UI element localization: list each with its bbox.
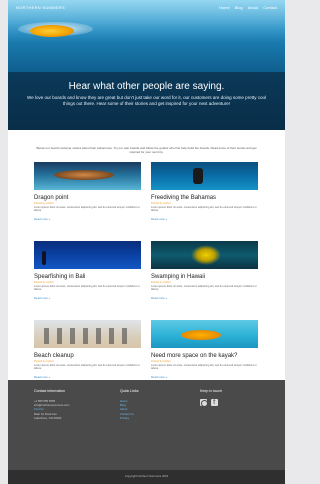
story-title[interactable]: Dragon point — [34, 195, 141, 201]
story-excerpt: Lorem ipsum dolor sit amet, consectetur … — [151, 364, 257, 371]
story-title[interactable]: Beach cleanup — [34, 353, 141, 359]
story-title[interactable]: Spearfishing in Bali — [34, 274, 141, 280]
story-card-freediving[interactable]: Freediving the Bahamas Posted by Author … — [151, 162, 258, 229]
footer-link-privacy[interactable]: Privacy — [120, 416, 200, 420]
read-more-link[interactable]: Read more » — [34, 296, 141, 300]
read-more-link[interactable]: Read more » — [151, 217, 258, 221]
story-meta: Posted by Author — [34, 281, 54, 284]
story-card-spearfishing[interactable]: Spearfishing in Bali Posted by Author Lo… — [34, 241, 141, 308]
read-more-link[interactable]: Read more » — [34, 217, 141, 221]
story-meta: Posted by Author — [151, 202, 171, 205]
hero-kayak-image — [30, 25, 74, 37]
story-image[interactable] — [151, 320, 258, 348]
story-image[interactable] — [151, 241, 258, 269]
story-title[interactable]: Need more space on the kayak? — [151, 353, 258, 359]
nav-contact[interactable]: Contact — [263, 5, 277, 10]
top-navigation: NORTHERN SUMMERS Home Blog About Contact — [8, 0, 285, 14]
rss-icon[interactable] — [200, 399, 208, 407]
site-footer: Contact information +1 555 555 5555 info… — [8, 380, 285, 470]
hero-banner: NORTHERN SUMMERS Home Blog About Contact… — [8, 0, 285, 130]
read-more-link[interactable]: Read more » — [34, 375, 141, 379]
footer-address-line-2: Lakeshore, ON 00000 — [34, 415, 62, 420]
story-meta: Posted by Author — [151, 360, 171, 363]
read-more-link[interactable]: Read more » — [151, 375, 258, 379]
story-excerpt: Lorem ipsum dolor sit amet, consectetur … — [151, 285, 257, 292]
brand-logo[interactable]: NORTHERN SUMMERS — [16, 5, 65, 10]
social-icons — [200, 398, 266, 407]
footer-quick-links: Quick Links Home Blog About Contact Us P… — [120, 389, 200, 420]
hero-text: Hear what other people are saying. We lo… — [8, 81, 285, 107]
footer-columns: Contact information +1 555 555 5555 info… — [34, 389, 266, 420]
read-more-link[interactable]: Read more » — [151, 296, 258, 300]
story-excerpt: Lorem ipsum dolor sit amet, consectetur … — [151, 206, 257, 213]
footer-contact-heading: Contact information — [34, 389, 66, 393]
footer-social: Keep in touch — [200, 389, 266, 420]
story-image[interactable] — [34, 241, 141, 269]
copyright-text: Copyright Northern Summers 2016 — [124, 474, 169, 478]
story-title[interactable]: Swamping in Hawaii — [151, 274, 258, 280]
facebook-icon[interactable] — [211, 398, 218, 406]
story-card-dragon-point[interactable]: Dragon point Posted by Author Lorem ipsu… — [34, 162, 141, 229]
story-title[interactable]: Freediving the Bahamas — [151, 195, 258, 201]
footer-quick-heading: Quick Links — [120, 389, 139, 393]
footer-social-heading: Keep in touch — [200, 389, 222, 393]
story-excerpt: Lorem ipsum dolor sit amet, consectetur … — [34, 285, 140, 292]
intro-text: Below our board customer stories about t… — [36, 146, 257, 154]
story-meta: Posted by Author — [34, 202, 54, 205]
story-excerpt: Lorem ipsum dolor sit amet, consectetur … — [34, 206, 140, 213]
story-card-kayak-space[interactable]: Need more space on the kayak? Posted by … — [151, 320, 258, 387]
story-card-beach-cleanup[interactable]: Beach cleanup Posted by Author Lorem ips… — [34, 320, 141, 387]
footer-contact: Contact information +1 555 555 5555 info… — [34, 389, 120, 420]
footer-bottom-bar: Copyright Northern Summers 2016 — [8, 470, 285, 484]
story-card-swamping[interactable]: Swamping in Hawaii Posted by Author Lore… — [151, 241, 258, 308]
nav-blog[interactable]: Blog — [235, 5, 243, 10]
page: NORTHERN SUMMERS Home Blog About Contact… — [8, 0, 285, 484]
hero-subtitle: We love our boards and know they are gre… — [27, 95, 266, 106]
nav-about[interactable]: About — [248, 5, 258, 10]
story-meta: Posted by Author — [151, 281, 171, 284]
hero-title: Hear what other people are saying. — [68, 81, 225, 92]
story-excerpt: Lorem ipsum dolor sit amet, consectetur … — [34, 364, 140, 371]
nav-links: Home Blog About Contact — [219, 5, 277, 10]
story-image[interactable] — [151, 162, 258, 190]
story-meta: Posted by Author — [34, 360, 54, 363]
story-image[interactable] — [34, 162, 141, 190]
stories-grid: Dragon point Posted by Author Lorem ipsu… — [34, 162, 258, 387]
story-image[interactable] — [34, 320, 141, 348]
nav-home[interactable]: Home — [219, 5, 230, 10]
